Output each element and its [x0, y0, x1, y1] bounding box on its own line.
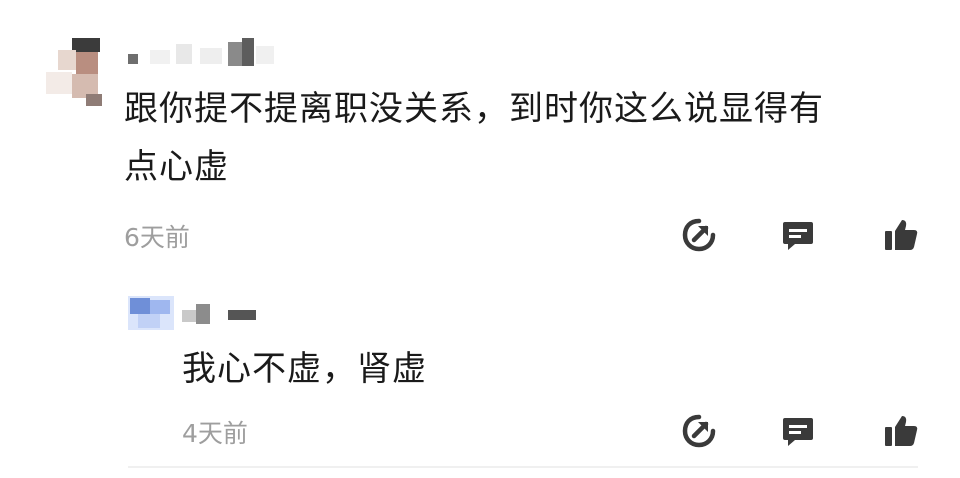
- username[interactable]: [180, 298, 260, 328]
- thumbs-up-icon[interactable]: [882, 216, 920, 254]
- divider: [128, 466, 918, 468]
- comment-timestamp: 6天前: [124, 223, 190, 252]
- comment-icon[interactable]: [779, 412, 817, 450]
- comment-text-line: 点心虚: [124, 147, 229, 187]
- share-icon[interactable]: [680, 412, 718, 450]
- thumbs-up-icon[interactable]: [882, 412, 920, 450]
- avatar[interactable]: [42, 36, 108, 106]
- avatar[interactable]: [128, 296, 174, 330]
- comment-text-line: 跟你提不提离职没关系，到时你这么说显得有: [124, 89, 824, 129]
- comment-text: 跟你提不提离职没关系，到时你这么说显得有 点心虚: [124, 80, 824, 196]
- reply-timestamp: 4天前: [182, 419, 248, 448]
- username[interactable]: [128, 38, 288, 68]
- reply-text: 我心不虚，肾虚: [182, 349, 427, 389]
- comment-thread: 跟你提不提离职没关系，到时你这么说显得有 点心虚 6天前 我心不虚，肾虚 4天前: [0, 0, 960, 478]
- comment-icon[interactable]: [779, 216, 817, 254]
- share-icon[interactable]: [680, 216, 718, 254]
